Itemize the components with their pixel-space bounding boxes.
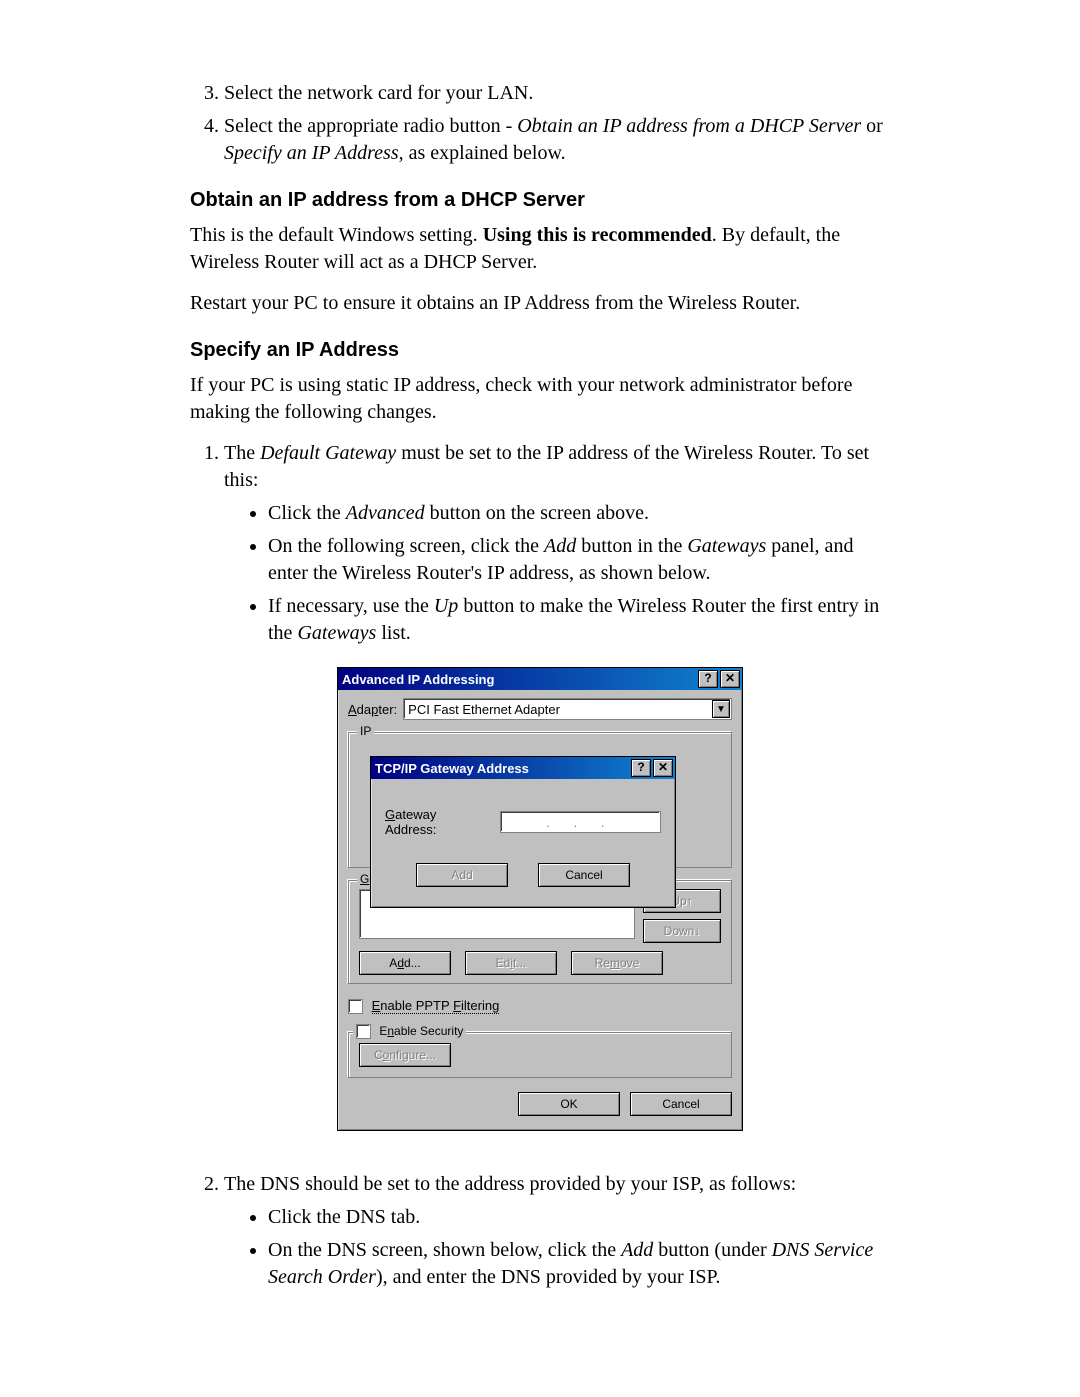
cancel-button[interactable]: Cancel [538,863,630,887]
adapter-label: Adapter: [348,702,397,717]
help-icon[interactable]: ? [631,759,651,777]
text: list. [376,622,410,644]
modal-body: Gateway Address: . . . Add Cancel [371,779,675,907]
ip-legend: IP [357,724,374,738]
text: button in the [576,535,687,557]
security-legend: Enable Security [353,1024,466,1039]
gateway-row: Gateway Address: . . . [385,807,661,837]
titlebar: Advanced IP Addressing ? ✕ [338,668,742,690]
italic: Gateways [687,535,766,557]
main-cancel-button[interactable]: Cancel [630,1092,732,1116]
adapter-value: PCI Fast Ethernet Adapter [408,702,560,717]
gateway-label: Gateway Address: [385,807,490,837]
text: Select the appropriate radio button - [224,115,517,137]
list-item: Click the DNS tab. [268,1204,890,1231]
list-item: On the DNS screen, shown below, click th… [268,1237,890,1291]
gateways-edit-button[interactable]: Edit... [465,951,557,975]
gateways-add-button[interactable]: Add... [359,951,451,975]
italic: Advanced [346,502,425,524]
gateways-remove-button[interactable]: Remove [571,951,663,975]
heading-specify: Specify an IP Address [190,339,890,362]
pptp-checkbox[interactable] [348,999,363,1014]
down-button[interactable]: Down↓ [643,919,721,943]
chevron-down-icon[interactable]: ▼ [712,700,730,718]
security-group: Enable Security Configure... [348,1032,732,1078]
italic: Add [621,1239,653,1261]
text: ), and enter the DNS provided by your IS… [376,1266,720,1288]
intro-list: Select the network card for your LAN. Se… [190,80,890,167]
italic: Specify an IP Address [224,142,399,164]
list-item: The DNS should be set to the address pro… [224,1171,890,1291]
adapter-row: Adapter: PCI Fast Ethernet Adapter ▼ [348,698,732,720]
dialog-bottom-buttons: OK Cancel [348,1092,732,1116]
ok-button[interactable]: OK [518,1092,620,1116]
modal-buttons: Add Cancel [385,863,661,887]
text: On the DNS screen, shown below, click th… [268,1239,621,1261]
pptp-label: Enable PPTP Filtering [372,998,500,1014]
list-item: If necessary, use the Up button to make … [268,593,890,647]
list-item: On the following screen, click the Add b… [268,533,890,587]
italic: Obtain an IP address from a DHCP Server [517,115,861,137]
list-item: Select the appropriate radio button - Ob… [224,113,890,167]
italic: Up [434,595,458,617]
advanced-ip-window: Advanced IP Addressing ? ✕ Adapter: PCI … [337,667,743,1131]
text: On the following screen, click the [268,535,544,557]
text: button (under [653,1239,771,1261]
sublist: Click the DNS tab. On the DNS screen, sh… [224,1204,890,1291]
modal-title: TCP/IP Gateway Address [375,761,629,776]
window-body: Adapter: PCI Fast Ethernet Adapter ▼ IP … [338,690,742,1130]
gateway-address-modal: TCP/IP Gateway Address ? ✕ Gateway Addre… [370,756,676,908]
configure-button[interactable]: Configure... [359,1043,451,1067]
bold: Using this is recommended [483,224,712,246]
text: The DNS should be set to the address pro… [224,1173,796,1195]
text: , as explained below. [399,142,566,164]
text: Click the [268,502,346,524]
italic: Add [544,535,576,557]
dialog-figure: Advanced IP Addressing ? ✕ Adapter: PCI … [337,667,743,1131]
italic: Default Gateway [260,442,396,464]
pptp-row: Enable PPTP Filtering [348,998,732,1014]
list-item: Click the Advanced button on the screen … [268,500,890,527]
help-icon[interactable]: ? [698,670,718,688]
dns-list: The DNS should be set to the address pro… [190,1171,890,1291]
list-item: The Default Gateway must be set to the I… [224,440,890,647]
italic: Gateways [297,622,376,644]
list-item: Select the network card for your LAN. [224,80,890,107]
text: This is the default Windows setting. [190,224,483,246]
text: The [224,442,260,464]
text: Select the network card for your LAN. [224,82,533,104]
sublist: Click the Advanced button on the screen … [224,500,890,647]
text: or [861,115,883,137]
paragraph: If your PC is using static IP address, c… [190,372,890,426]
window-title: Advanced IP Addressing [342,672,696,687]
heading-dhcp: Obtain an IP address from a DHCP Server [190,189,890,212]
paragraph: This is the default Windows setting. Usi… [190,222,890,276]
close-icon[interactable]: ✕ [720,670,740,688]
text: button on the screen above. [425,502,649,524]
modal-titlebar: TCP/IP Gateway Address ? ✕ [371,757,675,779]
paragraph: Restart your PC to ensure it obtains an … [190,290,890,317]
close-icon[interactable]: ✕ [653,759,673,777]
add-button[interactable]: Add [416,863,508,887]
specify-list: The Default Gateway must be set to the I… [190,440,890,647]
security-checkbox[interactable] [356,1024,371,1039]
adapter-combo[interactable]: PCI Fast Ethernet Adapter ▼ [403,698,732,720]
text: If necessary, use the [268,595,434,617]
gateway-ip-input[interactable]: . . . [500,811,661,833]
